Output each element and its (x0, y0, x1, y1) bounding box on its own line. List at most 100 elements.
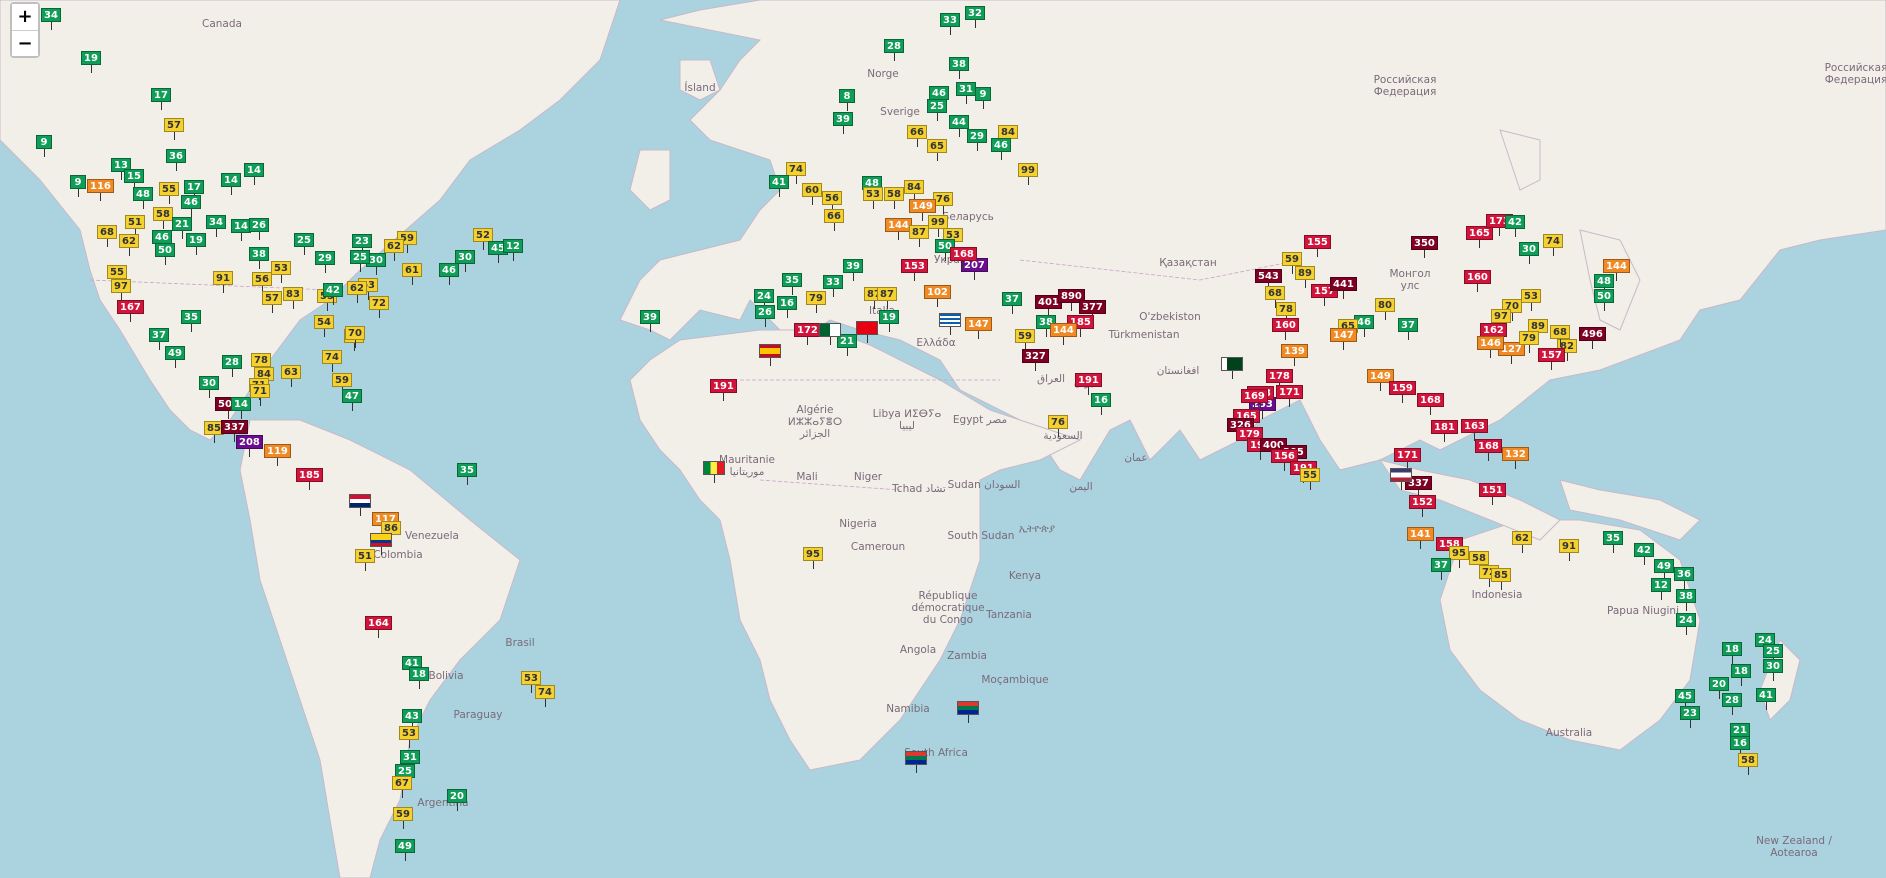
aqi-station-marker[interactable]: 25 (927, 99, 947, 121)
aqi-station-marker[interactable]: 48 (1594, 274, 1614, 296)
aqi-station-marker[interactable]: 41 (1756, 688, 1776, 710)
aqi-station-marker[interactable]: 46 (991, 138, 1011, 160)
country-flag-marker[interactable] (819, 323, 841, 345)
aqi-station-marker[interactable]: 89 (1295, 266, 1315, 288)
aqi-station-marker[interactable]: 132 (1502, 447, 1529, 469)
aqi-station-marker[interactable]: 59 (332, 373, 352, 395)
aqi-station-marker[interactable]: 56 (822, 191, 842, 213)
aqi-station-marker[interactable]: 19 (186, 233, 206, 255)
aqi-station-marker[interactable]: 102 (924, 285, 951, 307)
aqi-station-marker[interactable]: 23 (1680, 706, 1700, 728)
aqi-station-marker[interactable]: 167 (117, 300, 144, 322)
aqi-station-marker[interactable]: 168 (950, 247, 977, 269)
aqi-station-marker[interactable]: 35 (1603, 531, 1623, 553)
aqi-station-marker[interactable]: 35 (457, 463, 477, 485)
aqi-station-marker[interactable]: 59 (1282, 252, 1302, 274)
aqi-station-marker[interactable]: 53 (863, 187, 883, 209)
aqi-station-marker[interactable]: 76 (933, 192, 953, 214)
aqi-station-marker[interactable]: 31 (956, 82, 976, 104)
aqi-station-marker[interactable]: 38 (1676, 589, 1696, 611)
aqi-station-marker[interactable]: 144 (1603, 259, 1630, 281)
aqi-station-marker[interactable]: 144 (1050, 323, 1077, 345)
aqi-station-marker[interactable]: 66 (824, 209, 844, 231)
aqi-station-marker[interactable]: 62 (1512, 531, 1532, 553)
aqi-station-marker[interactable]: 62 (384, 239, 404, 261)
aqi-station-marker[interactable]: 34 (41, 8, 61, 30)
aqi-station-marker[interactable]: 37 (1398, 318, 1418, 340)
aqi-station-marker[interactable]: 74 (535, 685, 555, 707)
aqi-station-marker[interactable]: 33 (823, 275, 843, 297)
aqi-station-marker[interactable]: 155 (1304, 235, 1331, 257)
aqi-station-marker[interactable]: 68 (1550, 325, 1570, 347)
aqi-station-marker[interactable]: 16 (777, 296, 797, 318)
aqi-station-marker[interactable]: 19 (81, 51, 101, 73)
aqi-station-marker[interactable]: 68 (97, 225, 117, 247)
aqi-station-marker[interactable]: 74 (322, 350, 342, 372)
aqi-station-marker[interactable]: 53 (521, 671, 541, 693)
country-flag-marker[interactable] (1221, 357, 1243, 379)
aqi-station-marker[interactable]: 79 (1519, 331, 1539, 353)
aqi-station-marker[interactable]: 12 (1651, 578, 1671, 600)
aqi-station-marker[interactable]: 58 (153, 207, 173, 229)
aqi-station-marker[interactable]: 36 (1674, 567, 1694, 589)
aqi-station-marker[interactable]: 65 (927, 139, 947, 161)
aqi-station-marker[interactable]: 14 (244, 163, 264, 185)
aqi-station-marker[interactable]: 17 (151, 88, 171, 110)
aqi-station-marker[interactable]: 50 (155, 243, 175, 265)
aqi-station-marker[interactable]: 162 (1480, 323, 1507, 345)
aqi-station-marker[interactable]: 83 (283, 287, 303, 309)
aqi-station-marker[interactable]: 74 (1543, 234, 1563, 256)
aqi-station-marker[interactable]: 84 (904, 180, 924, 202)
aqi-station-marker[interactable]: 14 (231, 219, 251, 241)
aqi-station-marker[interactable]: 61 (402, 263, 422, 285)
aqi-station-marker[interactable]: 24 (754, 289, 774, 311)
aqi-station-marker[interactable]: 79 (806, 291, 826, 313)
aqi-station-marker[interactable]: 72 (369, 296, 389, 318)
aqi-station-marker[interactable]: 76 (1048, 415, 1068, 437)
aqi-station-marker[interactable]: 8 (839, 89, 855, 111)
aqi-station-marker[interactable]: 39 (833, 112, 853, 134)
aqi-station-marker[interactable]: 14 (221, 173, 241, 195)
aqi-station-marker[interactable]: 21 (1730, 723, 1750, 745)
aqi-station-marker[interactable]: 71 (250, 384, 270, 406)
aqi-station-marker[interactable]: 14 (231, 397, 251, 419)
country-flag-marker[interactable] (905, 751, 927, 773)
aqi-station-marker[interactable]: 160 (1464, 270, 1491, 292)
aqi-station-marker[interactable]: 50 (1594, 289, 1614, 311)
aqi-station-marker[interactable]: 164 (365, 616, 392, 638)
aqi-station-marker[interactable]: 30 (1519, 242, 1539, 264)
aqi-station-marker[interactable]: 35 (181, 310, 201, 332)
aqi-station-marker[interactable]: 21 (172, 217, 192, 239)
aqi-station-marker[interactable]: 171 (1394, 448, 1421, 470)
aqi-station-marker[interactable]: 68 (1265, 286, 1285, 308)
country-flag-marker[interactable] (856, 321, 878, 343)
aqi-station-marker[interactable]: 87 (877, 287, 897, 309)
aqi-station-marker[interactable]: 350 (1411, 236, 1438, 258)
aqi-station-marker[interactable]: 48 (133, 187, 153, 209)
aqi-station-marker[interactable]: 185 (296, 468, 323, 490)
aqi-station-marker[interactable]: 28 (222, 355, 242, 377)
aqi-station-marker[interactable]: 78 (1276, 302, 1296, 324)
aqi-station-marker[interactable]: 160 (1272, 318, 1299, 340)
aqi-station-marker[interactable]: 159 (1389, 381, 1416, 403)
aqi-station-marker[interactable]: 16 (1730, 736, 1750, 758)
aqi-station-marker[interactable]: 55 (1300, 468, 1320, 490)
aqi-station-marker[interactable]: 47 (342, 389, 362, 411)
aqi-station-marker[interactable]: 97 (1491, 309, 1511, 331)
aqi-station-marker[interactable]: 63 (281, 365, 301, 387)
aqi-station-marker[interactable]: 26 (249, 218, 269, 240)
aqi-station-marker[interactable]: 97 (111, 279, 131, 301)
aqi-station-marker[interactable]: 46 (181, 195, 201, 217)
aqi-station-marker[interactable]: 9 (70, 175, 86, 197)
aqi-station-marker[interactable]: 34 (206, 215, 226, 237)
aqi-station-marker[interactable]: 151 (1479, 483, 1506, 505)
aqi-station-marker[interactable]: 16 (1091, 393, 1111, 415)
aqi-station-marker[interactable]: 59 (393, 807, 413, 829)
aqi-station-marker[interactable]: 53 (1521, 289, 1541, 311)
aqi-station-marker[interactable]: 87 (909, 225, 929, 247)
aqi-station-marker[interactable]: 377 (1079, 300, 1106, 322)
aqi-station-marker[interactable]: 57 (164, 118, 184, 140)
aqi-station-marker[interactable]: 20 (1709, 677, 1729, 699)
aqi-station-marker[interactable]: 327 (1022, 349, 1049, 371)
aqi-station-marker[interactable]: 496 (1579, 327, 1606, 349)
